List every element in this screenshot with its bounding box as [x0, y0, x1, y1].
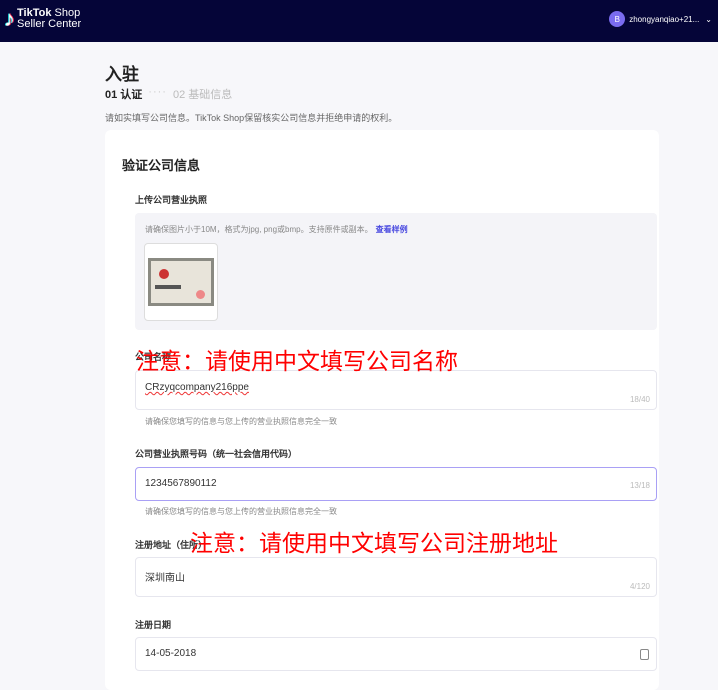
user-name: zhongyanqiao+21...	[629, 14, 700, 24]
char-count: 13/18	[629, 481, 650, 490]
tiktok-shop-logo[interactable]: ♪ TikTok Shop Seller Center	[4, 8, 81, 30]
company-name-input[interactable]: CRzyqcompany216ppe 18/40	[135, 370, 657, 410]
upload-hint: 请确保图片小于10M，格式为jpg, png或bmp。支持原件或副本。 查看样例	[145, 224, 408, 235]
char-count: 4/120	[629, 582, 650, 591]
step-separator: ····	[148, 86, 167, 98]
reg-date-label: 注册日期	[135, 620, 172, 630]
user-menu[interactable]: B zhongyanqiao+21... ⌄	[609, 11, 712, 27]
step-1: 01 认证	[105, 89, 143, 101]
calendar-icon[interactable]	[640, 649, 649, 660]
page-description: 请如实填写公司信息。TikTok Shop保留核实公司信息并拒绝申请的权利。	[105, 113, 398, 123]
step-2: 02 基础信息	[172, 89, 233, 101]
card-title: 验证公司信息	[122, 158, 201, 173]
upload-label: 上传公司营业执照	[135, 195, 208, 205]
address-input[interactable]: 深圳南山 4/120	[135, 557, 657, 597]
tiktok-note-icon: ♪	[4, 6, 15, 31]
company-name-help: 请确保您填写的信息与您上传的营业执照信息完全一致	[145, 417, 337, 426]
company-name-value: CRzyqcompany216ppe	[145, 382, 249, 393]
top-bar: ♪ TikTok Shop Seller Center B zhongyanqi…	[0, 0, 718, 42]
reg-date-picker[interactable]: 14-05-2018	[135, 637, 657, 671]
reg-date-value: 14-05-2018	[145, 648, 197, 659]
license-image	[148, 258, 214, 306]
avatar: B	[609, 11, 626, 27]
chevron-down-icon: ⌄	[705, 14, 712, 24]
license-number-help: 请确保您填写的信息与您上传的营业执照信息完全一致	[145, 507, 337, 516]
license-thumbnail[interactable]	[144, 243, 218, 321]
annotation-address-note: 注意：请使用中文填写公司注册地址	[190, 530, 558, 556]
license-number-input[interactable]: 1234567890112 13/18	[135, 467, 657, 501]
license-number-value: 1234567890112	[145, 478, 217, 489]
upload-hint-text: 请确保图片小于10M，格式为jpg, png或bmp。支持原件或副本。	[145, 225, 373, 234]
view-sample-link[interactable]: 查看样例	[376, 225, 408, 234]
char-count: 18/40	[629, 395, 650, 404]
address-value: 深圳南山	[145, 573, 185, 584]
brand-subtitle: Seller Center	[17, 18, 82, 30]
page-title: 入驻	[105, 65, 139, 84]
license-number-label: 公司营业执照号码（统一社会信用代码）	[135, 449, 298, 459]
annotation-name-note: 注意：请使用中文填写公司名称	[136, 348, 458, 374]
stepper: 01 认证 ···· 02 基础信息	[105, 86, 232, 102]
